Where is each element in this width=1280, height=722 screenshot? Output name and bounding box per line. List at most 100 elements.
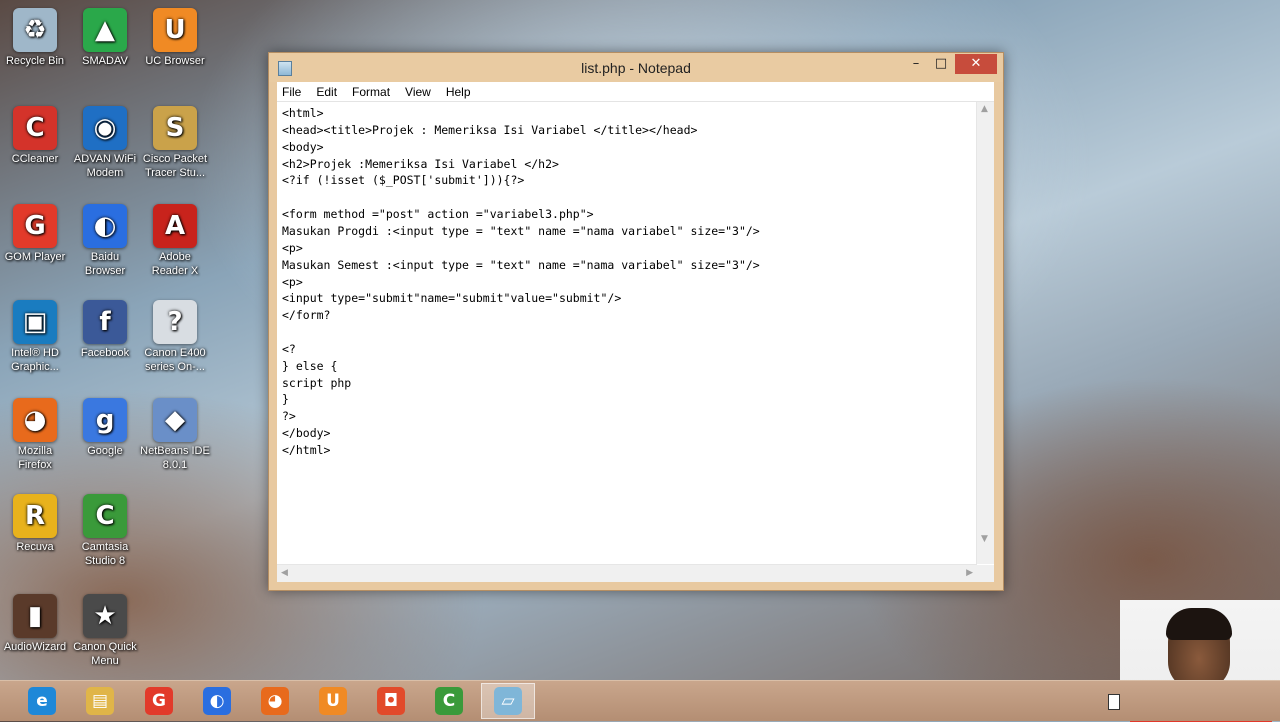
desktop-shortcut-label: Cisco Packet Tracer Stu... (142, 153, 208, 179)
desktop-shortcut[interactable]: C Camtasia Studio 8 (70, 494, 140, 568)
taskbar-button[interactable]: ▱ (481, 683, 535, 719)
desktop-shortcut[interactable]: ◐ Baidu Browser (70, 204, 140, 278)
canon-printer-icon: ? (153, 300, 197, 344)
desktop-shortcut-label: Canon E400 series On-... (144, 347, 206, 373)
scroll-up-arrow-icon[interactable]: ▲ (981, 104, 988, 114)
editor-line: script php (282, 375, 352, 390)
desktop-shortcut[interactable]: ♻ Recycle Bin (0, 8, 70, 68)
menu-bar: File Edit Format View Help (277, 82, 994, 102)
menu-view[interactable]: View (405, 85, 431, 99)
editor-line: </body> (282, 426, 331, 441)
menu-format[interactable]: Format (352, 85, 390, 99)
taskbar: e ▤ G ◐ ◕ U ◘ C ▱ (0, 680, 1280, 721)
desktop-shortcut-label: Google (87, 445, 123, 457)
camtasia-recorder-icon: ◘ (377, 687, 405, 715)
desktop-shortcut-label: Recuva (16, 541, 54, 553)
taskbar-button[interactable]: ◘ (364, 683, 418, 719)
menu-help[interactable]: Help (446, 85, 471, 99)
editor-line: Masukan Semest :<input type = "text" nam… (282, 257, 760, 272)
canon-quick-menu-icon: ★ (83, 594, 127, 638)
facebook-icon: f (83, 300, 127, 344)
desktop-shortcut[interactable]: ◆ NetBeans IDE 8.0.1 (140, 398, 210, 472)
taskbar-button[interactable]: ◕ (248, 683, 302, 719)
desktop-shortcut[interactable]: ▲ SMADAV (70, 8, 140, 68)
text-editor-area[interactable]: <html> <head><title>Projek : Memeriksa Is… (277, 102, 977, 564)
desktop-shortcut[interactable]: ? Canon E400 series On-... (140, 300, 210, 374)
firefox-icon: ◕ (261, 687, 289, 715)
editor-line: } else { (282, 358, 338, 373)
editor-line: <p> (282, 240, 303, 255)
uc-browser-icon: U (153, 8, 197, 52)
desktop-shortcut-label: Canon Quick Menu (73, 641, 137, 667)
editor-line: <body> (282, 139, 324, 154)
menu-file[interactable]: File (282, 85, 301, 99)
internet-explorer-icon: e (28, 687, 56, 715)
camtasia-icon: C (83, 494, 127, 538)
desktop-shortcut-label: Intel® HD Graphic... (11, 347, 59, 373)
ccleaner-icon: C (13, 106, 57, 150)
desktop-shortcut[interactable]: ★ Canon Quick Menu (70, 594, 140, 668)
advan-wifi-icon: ◉ (83, 106, 127, 150)
desktop-shortcut[interactable]: g Google (70, 398, 140, 458)
editor-line: <head><title>Projek : Memeriksa Isi Vari… (282, 122, 698, 137)
taskbar-button[interactable]: e (15, 683, 69, 719)
editor-line: Masukan Progdi :<input type = "text" nam… (282, 223, 760, 238)
taskbar-button[interactable]: ◐ (190, 683, 244, 719)
vertical-scrollbar[interactable]: ▲ ▼ (976, 102, 994, 564)
editor-line: <? (282, 341, 296, 356)
desktop-shortcut[interactable]: ▮ AudioWizard (0, 594, 70, 654)
taskbar-button[interactable]: ▤ (73, 683, 127, 719)
notepad-client: File Edit Format View Help <html> <head><… (277, 82, 994, 582)
size-grip[interactable] (977, 565, 994, 582)
desktop-shortcut[interactable]: ◉ ADVAN WiFi Modem (70, 106, 140, 180)
desktop-shortcut-label: UC Browser (145, 55, 205, 67)
horizontal-scrollbar[interactable]: ◀ ▶ (277, 564, 977, 582)
menu-edit[interactable]: Edit (316, 85, 337, 99)
maximize-button[interactable]: □ (929, 54, 953, 74)
desktop-shortcut[interactable]: C CCleaner (0, 106, 70, 166)
close-button[interactable]: ✕ (955, 54, 997, 74)
smadav-icon: ▲ (83, 8, 127, 52)
desktop-shortcut[interactable]: S Cisco Packet Tracer Stu... (140, 106, 210, 180)
taskbar-button[interactable]: G (132, 683, 186, 719)
desktop-shortcut[interactable]: ▣ Intel® HD Graphic... (0, 300, 70, 374)
desktop-shortcut-label: GOM Player (4, 251, 66, 263)
baidu-browser-icon: ◐ (83, 204, 127, 248)
gom-player-icon: G (13, 204, 57, 248)
desktop-shortcut-label: AudioWizard (3, 641, 67, 653)
baidu-browser-icon: ◐ (203, 687, 231, 715)
desktop-shortcut[interactable]: U UC Browser (140, 8, 210, 68)
scroll-left-arrow-icon[interactable]: ◀ (281, 568, 288, 578)
uc-browser-icon: U (319, 687, 347, 715)
cisco-packet-tracer-icon: S (153, 106, 197, 150)
taskbar-button[interactable]: C (422, 683, 476, 719)
editor-line: </form? (282, 308, 331, 323)
desktop-shortcut[interactable]: ◕ Mozilla Firefox (0, 398, 70, 472)
netbeans-icon: ◆ (153, 398, 197, 442)
desktop-shortcut[interactable]: G GOM Player (0, 204, 70, 264)
intel-hd-graphics-icon: ▣ (13, 300, 57, 344)
minimize-button[interactable]: – (905, 54, 927, 74)
window-title: list.php - Notepad (581, 60, 691, 76)
desktop-shortcut-label: Facebook (80, 347, 130, 359)
adobe-reader-icon: A (153, 204, 197, 248)
title-bar[interactable]: list.php - Notepad – □ ✕ (269, 53, 1003, 82)
scroll-down-arrow-icon[interactable]: ▼ (981, 534, 988, 544)
google-icon: g (83, 398, 127, 442)
webcam-person-hair (1166, 608, 1232, 640)
desktop-shortcut[interactable]: R Recuva (0, 494, 70, 554)
desktop-shortcut-label: Camtasia Studio 8 (81, 541, 129, 567)
taskbar-button[interactable]: U (306, 683, 360, 719)
recycle-bin-icon: ♻ (13, 8, 57, 52)
desktop-shortcut[interactable]: A Adobe Reader X (140, 204, 210, 278)
editor-line: } (282, 392, 289, 407)
desktop-shortcut-label: Baidu Browser (84, 251, 126, 277)
desktop-shortcut-label: Recycle Bin (5, 55, 65, 67)
editor-line: ?> (282, 409, 296, 424)
editor-line: <h2>Projek :Memeriksa Isi Variabel </h2> (282, 156, 559, 171)
battery-icon[interactable] (1108, 694, 1120, 710)
desktop-shortcut[interactable]: f Facebook (70, 300, 140, 360)
firefox-icon: ◕ (13, 398, 57, 442)
desktop-shortcut-label: NetBeans IDE 8.0.1 (140, 445, 210, 471)
scroll-right-arrow-icon[interactable]: ▶ (966, 568, 973, 578)
